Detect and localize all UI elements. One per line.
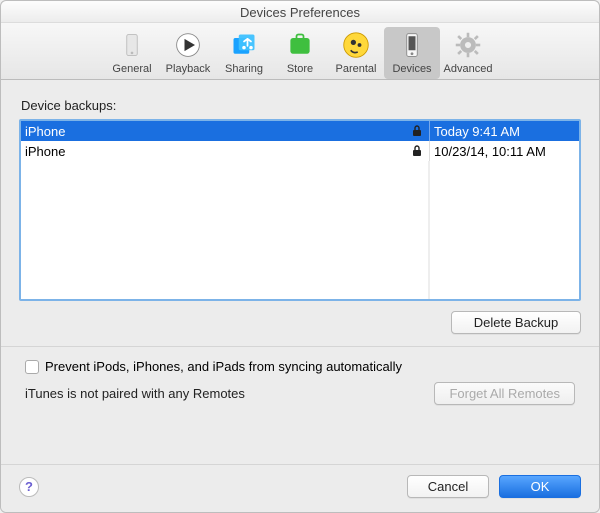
backup-name: iPhone [25,144,65,159]
tab-label: Devices [392,63,431,75]
tab-general[interactable]: General [104,27,160,79]
backups-label: Device backups: [21,98,581,113]
tab-devices[interactable]: Devices [384,27,440,79]
ok-button[interactable]: OK [499,475,581,498]
remotes-status: iTunes is not paired with any Remotes [25,386,424,401]
window-title: Devices Preferences [1,1,599,23]
tab-advanced[interactable]: Advanced [440,27,496,79]
devices-icon [396,29,428,61]
store-icon [284,29,316,61]
parental-icon [340,29,372,61]
tab-store[interactable]: Store [272,27,328,79]
tab-label: Store [287,63,313,75]
lock-icon [411,125,423,137]
prevent-sync-checkbox[interactable] [25,360,39,374]
tab-label: Advanced [444,63,493,75]
tab-label: Sharing [225,63,263,75]
preferences-toolbar: General Playback Sharing [1,23,599,80]
help-button[interactable]: ? [19,477,39,497]
backup-row[interactable]: iPhone Today 9:41 AM [21,121,579,141]
backup-list[interactable]: iPhone Today 9:41 AM iPhone 10/23/14, 10… [19,119,581,301]
preferences-window: Devices Preferences General Playback [0,0,600,513]
backup-date: Today 9:41 AM [429,121,579,141]
gear-icon [452,29,484,61]
cancel-button[interactable]: Cancel [407,475,489,498]
forget-remotes-button: Forget All Remotes [434,382,575,405]
delete-backup-button[interactable]: Delete Backup [451,311,581,334]
content-area: Device backups: iPhone Today 9:41 AM iPh… [1,80,599,464]
tab-sharing[interactable]: Sharing [216,27,272,79]
tab-parental[interactable]: Parental [328,27,384,79]
sharing-icon [228,29,260,61]
backup-row[interactable]: iPhone 10/23/14, 10:11 AM [21,141,579,161]
prevent-sync-label: Prevent iPods, iPhones, and iPads from s… [45,359,402,374]
general-icon [116,29,148,61]
play-icon [172,29,204,61]
tab-playback[interactable]: Playback [160,27,216,79]
tab-label: Playback [166,63,211,75]
tab-label: Parental [336,63,377,75]
backup-date: 10/23/14, 10:11 AM [429,141,579,161]
lock-icon [411,145,423,157]
tab-label: General [112,63,151,75]
footer: ? Cancel OK [1,464,599,512]
backup-name: iPhone [25,124,65,139]
